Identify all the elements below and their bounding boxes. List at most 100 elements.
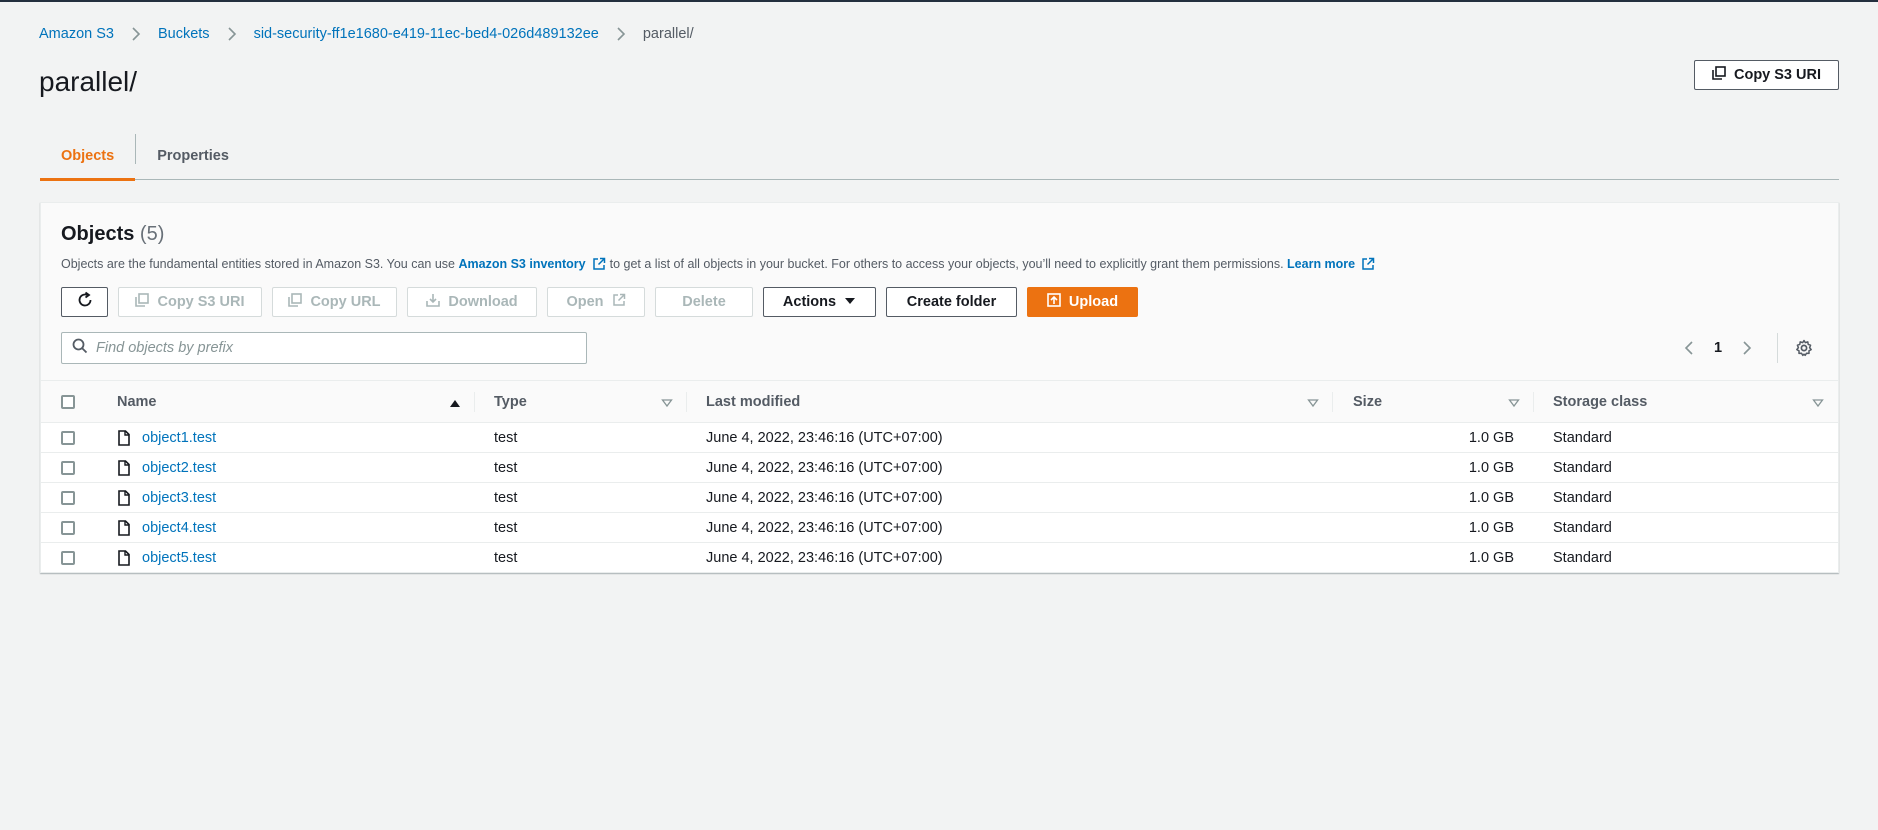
column-name-label: Name: [117, 393, 157, 410]
file-icon: [117, 549, 133, 566]
row-select-cell: [41, 453, 117, 482]
row-select-cell: [41, 483, 117, 512]
size-cell: 1.0 GB: [1468, 489, 1514, 506]
row-checkbox[interactable]: [61, 490, 75, 505]
name-cell: object1.test: [117, 423, 475, 452]
copy-url-button[interactable]: Copy URL: [272, 287, 397, 317]
object-name-link[interactable]: object1.test: [142, 430, 216, 446]
type-cell: test: [494, 519, 518, 536]
name-cell: object4.test: [117, 513, 475, 542]
upload-button[interactable]: Upload: [1027, 287, 1138, 317]
breadcrumb-bucket[interactable]: sid-security-ff1e1680-e419-11ec-bed4-026…: [254, 26, 599, 42]
copy-s3-uri-button[interactable]: Copy S3 URI: [1694, 60, 1839, 90]
row-checkbox[interactable]: [61, 460, 75, 475]
pager-divider: [1777, 333, 1778, 363]
column-name[interactable]: Name: [117, 381, 475, 422]
sort-icon: [661, 396, 673, 412]
type-cell: test: [494, 429, 518, 446]
row-select-cell: [41, 543, 117, 572]
copy-s3-uri-toolbar-label: Copy S3 URI: [157, 294, 245, 310]
sort-asc-icon: [449, 396, 461, 412]
download-button[interactable]: Download: [407, 287, 537, 317]
objects-table: Name Type Last modified Size Storage cla: [41, 380, 1838, 573]
s3-inventory-link[interactable]: Amazon S3 inventory: [459, 257, 586, 271]
upload-label: Upload: [1068, 294, 1119, 310]
panel-description: Objects are the fundamental entities sto…: [61, 257, 1379, 271]
chevron-right-icon: [220, 26, 244, 42]
modified-cell: June 4, 2022, 23:46:16 (UTC+07:00): [706, 519, 943, 536]
column-size[interactable]: Size: [1333, 381, 1534, 422]
gear-icon[interactable]: [1790, 334, 1818, 362]
row-checkbox[interactable]: [61, 430, 75, 445]
column-storage-class-label: Storage class: [1553, 393, 1648, 410]
search-input[interactable]: [96, 340, 576, 356]
panel-title-text: Objects: [61, 223, 135, 245]
select-all-checkbox[interactable]: [61, 394, 75, 409]
size-cell: 1.0 GB: [1468, 519, 1514, 536]
chevron-right-icon[interactable]: [1733, 334, 1761, 362]
breadcrumb-buckets[interactable]: Buckets: [158, 26, 210, 42]
file-icon: [117, 489, 133, 506]
storage-class-cell: Standard: [1553, 549, 1612, 566]
chevron-right-icon: [609, 26, 633, 42]
desc-text-1: Objects are the fundamental entities sto…: [61, 257, 456, 271]
file-icon: [117, 429, 133, 446]
table-row: object1.test test June 4, 2022, 23:46:16…: [41, 423, 1838, 453]
create-folder-label: Create folder: [906, 294, 997, 310]
search-box: [61, 332, 587, 364]
upload-icon: [1047, 293, 1061, 311]
type-cell: test: [494, 459, 518, 476]
row-select-cell: [41, 423, 117, 452]
breadcrumb: Amazon S3 Buckets sid-security-ff1e1680-…: [39, 26, 694, 42]
search-icon: [72, 338, 88, 359]
column-type[interactable]: Type: [475, 381, 687, 422]
column-last-modified-label: Last modified: [706, 393, 801, 410]
object-name-link[interactable]: object3.test: [142, 490, 216, 506]
table-header: Name Type Last modified Size Storage cla: [41, 380, 1838, 423]
column-last-modified[interactable]: Last modified: [687, 381, 1333, 422]
modified-cell: June 4, 2022, 23:46:16 (UTC+07:00): [706, 489, 943, 506]
object-name-link[interactable]: object5.test: [142, 550, 216, 566]
download-icon: [426, 293, 441, 311]
size-cell: 1.0 GB: [1468, 429, 1514, 446]
copy-s3-uri-toolbar-button[interactable]: Copy S3 URI: [118, 287, 262, 317]
objects-panel: Objects (5) Objects are the fundamental …: [40, 202, 1839, 573]
pagination: 1: [1675, 333, 1818, 363]
object-count: (5): [139, 223, 165, 245]
chevron-left-icon[interactable]: [1675, 334, 1703, 362]
row-checkbox[interactable]: [61, 520, 75, 535]
size-cell: 1.0 GB: [1468, 549, 1514, 566]
tab-objects[interactable]: Objects: [40, 132, 136, 181]
file-icon: [117, 519, 133, 536]
open-button[interactable]: Open: [547, 287, 645, 317]
storage-class-cell: Standard: [1553, 459, 1612, 476]
modified-cell: June 4, 2022, 23:46:16 (UTC+07:00): [706, 429, 943, 446]
learn-more-link[interactable]: Learn more: [1287, 257, 1355, 271]
modified-cell: June 4, 2022, 23:46:16 (UTC+07:00): [706, 549, 943, 566]
create-folder-button[interactable]: Create folder: [886, 287, 1017, 317]
actions-dropdown[interactable]: Actions: [763, 287, 876, 317]
page-title: parallel/: [39, 66, 138, 97]
breadcrumb-amazon-s3[interactable]: Amazon S3: [39, 26, 114, 42]
object-name-link[interactable]: object2.test: [142, 460, 216, 476]
external-link-icon: [612, 293, 626, 311]
breadcrumb-current: parallel/: [642, 26, 694, 42]
column-storage-class[interactable]: Storage class: [1534, 381, 1838, 422]
name-cell: object3.test: [117, 483, 475, 512]
panel-header: Objects (5): [61, 223, 164, 246]
type-cell: test: [494, 549, 518, 566]
row-checkbox[interactable]: [61, 550, 75, 565]
copy-url-label: Copy URL: [310, 294, 381, 310]
storage-class-cell: Standard: [1553, 489, 1612, 506]
table-row: object5.test test June 4, 2022, 23:46:16…: [41, 543, 1838, 573]
table-row: object4.test test June 4, 2022, 23:46:16…: [41, 513, 1838, 543]
object-name-link[interactable]: object4.test: [142, 520, 216, 536]
page-number[interactable]: 1: [1703, 340, 1733, 356]
refresh-icon: [76, 291, 94, 313]
delete-button[interactable]: Delete: [655, 287, 753, 317]
tab-properties[interactable]: Properties: [136, 132, 250, 180]
refresh-button[interactable]: [61, 287, 108, 317]
caret-down-icon: [844, 294, 856, 310]
chevron-right-icon: [124, 26, 148, 42]
actions-label: Actions: [782, 294, 837, 310]
